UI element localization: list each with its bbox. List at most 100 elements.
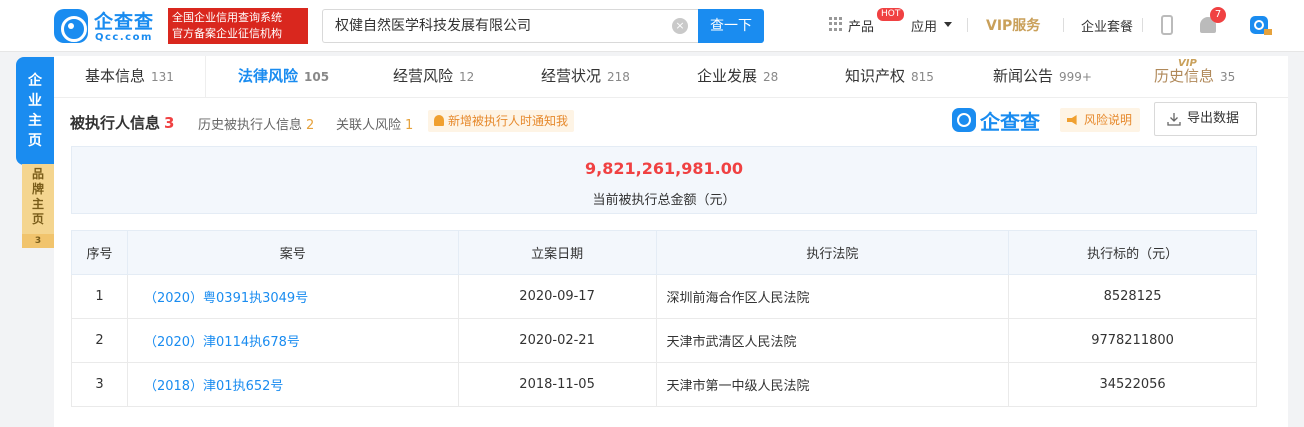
sidebar-char: 页 — [28, 133, 42, 149]
tab-operating-risk[interactable]: 经营风险 12 — [393, 56, 474, 98]
cell-case-number: （2020）粤0391执3049号 — [126, 274, 459, 319]
tab-label: 法律风险 — [238, 67, 299, 85]
history-executed-link[interactable]: 历史被执行人信息 2 — [198, 114, 314, 133]
cell-court: 天津市武清区人民法院 — [655, 318, 1010, 363]
search-input[interactable]: 权健自然医学科技发展有限公司 — [322, 9, 698, 43]
nav-product[interactable]: 产品 — [848, 16, 874, 35]
sidebar-char: 主 — [31, 197, 44, 211]
tab-label: 经营风险 — [393, 67, 454, 85]
nav-divider — [1063, 18, 1064, 32]
nav-divider — [1142, 18, 1143, 32]
cell-target-amount: 8528125 — [1008, 274, 1257, 319]
cell-index: 2 — [71, 318, 128, 363]
header-case-number: 案号 — [126, 230, 459, 275]
tab-label: 历史信息 — [1154, 67, 1215, 85]
cell-filing-date: 2020-02-21 — [457, 318, 657, 363]
case-number-link[interactable]: （2020）津0114执678号 — [144, 335, 300, 350]
cell-case-number: （2018）津01执652号 — [126, 362, 459, 407]
tab-divider — [205, 56, 206, 98]
search-button[interactable]: 查一下 — [698, 9, 764, 43]
vip-tag: VIP — [1178, 58, 1197, 69]
nav-vip-service[interactable]: VIP服务 — [986, 15, 1040, 35]
related-risk-count: 1 — [405, 118, 414, 133]
header-court: 执行法院 — [655, 230, 1010, 275]
table-row: 3 （2018）津01执652号 2018-11-05 天津市第一中级人民法院 … — [71, 362, 1257, 407]
logo-text: 企查查 — [94, 11, 155, 33]
tab-label: 基本信息 — [85, 67, 146, 85]
case-number-link[interactable]: （2018）津01执652号 — [144, 379, 283, 394]
tab-count: 28 — [763, 70, 779, 84]
cell-court: 天津市第一中级人民法院 — [655, 362, 1010, 407]
tab-label: 企业发展 — [697, 67, 758, 85]
tab-count: 12 — [459, 70, 475, 84]
tab-basic-info[interactable]: 基本信息 131 — [85, 56, 174, 98]
clear-icon[interactable]: × — [672, 18, 688, 34]
risk-explanation-button[interactable]: 风险说明 — [1060, 108, 1141, 132]
cell-filing-date: 2018-11-05 — [457, 362, 657, 407]
cell-index: 3 — [71, 362, 128, 407]
tab-development[interactable]: 企业发展 28 — [697, 56, 778, 98]
cell-index: 1 — [71, 274, 128, 319]
download-icon — [1167, 113, 1181, 126]
qcc-logo[interactable]: 企查查 Qcc.com — [54, 7, 164, 45]
tab-news[interactable]: 新闻公告 999+ — [993, 56, 1092, 98]
sidebar-char: 业 — [28, 93, 42, 109]
header-index: 序号 — [71, 230, 128, 275]
qcc-brand-logo: 企查查 — [952, 106, 1048, 134]
table-row: 1 （2020）粤0391执3049号 2020-09-17 深圳前海合作区人民… — [71, 274, 1257, 319]
tab-count: 218 — [607, 70, 630, 84]
tab-operating-status[interactable]: 经营状况 218 — [541, 56, 630, 98]
sidebar-char: 页 — [31, 212, 44, 226]
tab-ip[interactable]: 知识产权 815 — [845, 56, 934, 98]
table-header-row: 序号 案号 立案日期 执行法院 执行标的（元） — [71, 230, 1257, 275]
tab-label: 经营状况 — [541, 67, 602, 85]
tab-count: 999+ — [1059, 70, 1092, 84]
tab-legal-risk[interactable]: 法律风险 105 — [238, 56, 329, 98]
grid-icon — [829, 17, 843, 31]
tab-count: 35 — [1220, 70, 1236, 84]
tab-label: 知识产权 — [845, 67, 906, 85]
sidebar-char: 牌 — [31, 182, 44, 196]
chevron-down-icon — [944, 22, 952, 27]
crown-icon — [1264, 29, 1272, 35]
section-title-count: 3 — [164, 114, 175, 132]
total-amount-value: 9,821,261,981.00 — [585, 159, 743, 178]
table-row: 2 （2020）津0114执678号 2020-02-21 天津市武清区人民法院… — [71, 318, 1257, 363]
nav-divider — [967, 18, 968, 32]
notification-count-badge: 7 — [1210, 7, 1226, 23]
credit-system-badge: 全国企业信用查询系统 官方备案企业征信机构 — [168, 8, 308, 44]
sidebar-char: 品 — [31, 167, 44, 181]
export-data-button[interactable]: 导出数据 — [1154, 102, 1257, 136]
tab-count: 105 — [304, 70, 330, 84]
sidebar-char: 企 — [28, 73, 42, 89]
history-executed-count: 2 — [306, 118, 315, 133]
badge-line-1: 全国企业信用查询系统 — [172, 11, 282, 24]
executed-records-table: 序号 案号 立案日期 执行法院 执行标的（元） 1 （2020）粤0391执30… — [71, 230, 1257, 407]
related-risk-link[interactable]: 关联人风险 1 — [336, 114, 413, 133]
header-filing-date: 立案日期 — [457, 230, 657, 275]
cell-target-amount: 9778211800 — [1008, 318, 1257, 363]
tab-label: 新闻公告 — [993, 67, 1054, 85]
cell-filing-date: 2020-09-17 — [457, 274, 657, 319]
cell-case-number: （2020）津0114执678号 — [126, 318, 459, 363]
related-risk-label: 关联人风险 — [336, 118, 402, 133]
tab-count: 815 — [911, 70, 934, 84]
case-number-link[interactable]: （2020）粤0391执3049号 — [144, 291, 308, 306]
top-header: 企查查 Qcc.com 全国企业信用查询系统 官方备案企业征信机构 权健自然医学… — [0, 0, 1304, 52]
logo-subtext: Qcc.com — [95, 32, 153, 43]
cell-court: 深圳前海合作区人民法院 — [655, 274, 1010, 319]
brand-count-badge: 3 — [22, 234, 54, 248]
header-target-amount: 执行标的（元） — [1008, 230, 1257, 275]
sidebar-brand-home[interactable]: 品 牌 主 页 3 — [22, 164, 54, 248]
logo-icon — [54, 9, 88, 43]
hot-badge: HOT — [877, 8, 905, 21]
executed-person-panel: 被执行人信息 3 历史被执行人信息 2 关联人风险 1 新增被执行人时通知我 企查查 … — [54, 98, 1288, 427]
section-title: 被执行人信息 3 — [70, 112, 174, 133]
notify-subscribe-button[interactable]: 新增被执行人时通知我 — [428, 110, 575, 132]
logo-icon — [952, 108, 976, 132]
phone-icon[interactable] — [1161, 15, 1173, 35]
nav-app[interactable]: 应用 — [911, 16, 937, 35]
nav-enterprise-suite[interactable]: 企业套餐 — [1081, 16, 1133, 35]
sidebar-enterprise-home[interactable]: 企 业 主 页 — [16, 57, 54, 165]
brand-logo-text: 企查查 — [980, 110, 1040, 134]
